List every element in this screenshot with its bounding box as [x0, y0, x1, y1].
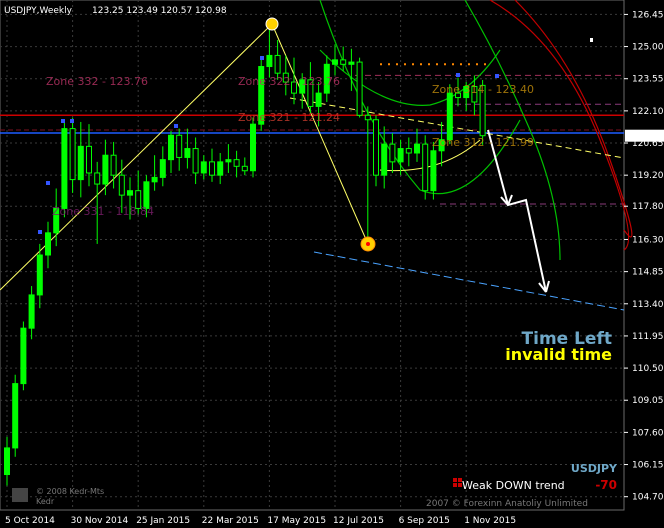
fractal-marker	[456, 73, 460, 77]
candle	[340, 59, 347, 65]
candle	[12, 383, 19, 449]
symbol-timeframe: USDJPY,Weekly	[4, 6, 73, 16]
y-tick-label: 110.50	[632, 364, 664, 374]
candle	[217, 161, 224, 176]
fractal-marker	[38, 230, 42, 234]
swing-high-marker[interactable]	[265, 17, 279, 31]
candle	[356, 61, 363, 116]
candle	[20, 327, 27, 385]
candle	[233, 159, 240, 167]
y-tick-label: 116.30	[632, 235, 664, 245]
fractal-marker	[260, 56, 264, 60]
candle	[4, 447, 10, 476]
y-tick-label: 106.15	[632, 461, 664, 471]
zone-label: Zone 331 - 118.84	[52, 205, 154, 218]
candle	[430, 150, 437, 192]
candle	[250, 123, 256, 172]
x-tick-label: 1 Nov 2015	[464, 516, 516, 526]
y-tick-label: 113.40	[632, 300, 664, 310]
fractal-marker	[70, 119, 74, 123]
fractal-marker	[46, 181, 50, 185]
trend-strength-icon	[453, 483, 457, 487]
zone-label: Zone 314 - 123.40	[432, 83, 534, 96]
trend-label: Weak DOWN trend	[462, 479, 565, 492]
y-tick-label: 104.70	[632, 493, 664, 503]
zone-label: Zone 321 - 121.24	[238, 111, 340, 124]
candle	[209, 161, 215, 176]
candle	[77, 145, 84, 181]
candle	[373, 119, 379, 176]
candle	[397, 148, 404, 163]
candle	[364, 114, 371, 121]
y-tick-label: 109.05	[632, 396, 664, 406]
trend-value: -70	[595, 478, 617, 492]
y-tick-label: 107.60	[632, 428, 664, 438]
candle	[36, 254, 43, 296]
candle	[422, 143, 429, 192]
y-tick-label: 123.55	[632, 75, 664, 85]
y-tick-label: 114.85	[632, 268, 664, 278]
x-tick-label: 30 Nov 2014	[71, 516, 129, 526]
candle	[86, 145, 92, 174]
candle	[446, 92, 453, 141]
watermark-line: Kedr	[36, 497, 55, 506]
y-tick-label: 119.20	[632, 171, 664, 181]
candle	[315, 92, 322, 107]
candle	[45, 232, 51, 256]
watermark-logo-icon	[12, 488, 28, 502]
candle	[94, 172, 101, 185]
candle	[151, 176, 158, 183]
y-tick-label: 111.95	[632, 332, 664, 342]
candle	[200, 161, 207, 174]
candle	[192, 148, 199, 174]
x-tick-label: 12 Jul 2015	[333, 516, 384, 526]
candle	[225, 159, 232, 163]
fractal-marker	[495, 74, 499, 78]
candle	[381, 143, 388, 176]
y-tick-label: 125.00	[632, 43, 664, 53]
candle	[127, 190, 133, 196]
fractal-marker	[174, 124, 178, 128]
x-tick-label: 25 Jan 2015	[136, 516, 190, 526]
copyright-text: 2007 © Forexinn Anatoliy Unlimited	[426, 499, 588, 509]
zone-label: Zone 312 - 121.99	[432, 136, 534, 149]
candle	[414, 143, 420, 154]
candle	[28, 294, 35, 329]
candle	[184, 148, 191, 158]
panel-symbol: USDJPY	[571, 462, 618, 475]
x-tick-label: 5 Oct 2014	[5, 516, 55, 526]
y-tick-label: 126.45	[632, 10, 664, 20]
candle	[332, 59, 338, 65]
candle	[274, 54, 281, 74]
candle	[348, 61, 355, 65]
candle	[405, 148, 412, 154]
candle	[69, 128, 76, 181]
watermark-line: © 2008 Kedr-Mts	[36, 487, 104, 496]
x-tick-label: 17 May 2015	[267, 516, 326, 526]
y-tick-label: 122.10	[632, 107, 664, 117]
marker-small-icon	[590, 38, 593, 42]
zone-label: Zone 332 - 123.76	[46, 75, 148, 88]
candle	[118, 174, 125, 196]
candle	[389, 143, 396, 163]
x-tick-label: 6 Sep 2015	[399, 516, 450, 526]
price-chart[interactable]: Zone 332 - 123.76 Zone 322 - 123.76 Zone 3…	[0, 0, 664, 528]
x-tick-label: 22 Mar 2015	[202, 516, 259, 526]
candle	[110, 154, 117, 176]
candle	[176, 134, 183, 158]
zone-label: Zone 322 - 123.76	[238, 75, 340, 88]
candle	[61, 128, 68, 209]
candle	[159, 159, 166, 178]
fractal-marker	[61, 119, 65, 123]
candle	[102, 154, 109, 185]
y-tick-label: 117.80	[632, 202, 664, 212]
current-price-label: 120.98	[630, 132, 662, 142]
trend-strength-icon	[453, 478, 457, 482]
time-left-value: invalid time	[505, 345, 612, 364]
ohlc-values: 123.25 123.49 120.57 120.98	[92, 6, 227, 16]
candle	[241, 165, 248, 172]
candle	[266, 54, 273, 68]
swing-low-dot	[366, 242, 370, 246]
candle	[168, 134, 174, 161]
